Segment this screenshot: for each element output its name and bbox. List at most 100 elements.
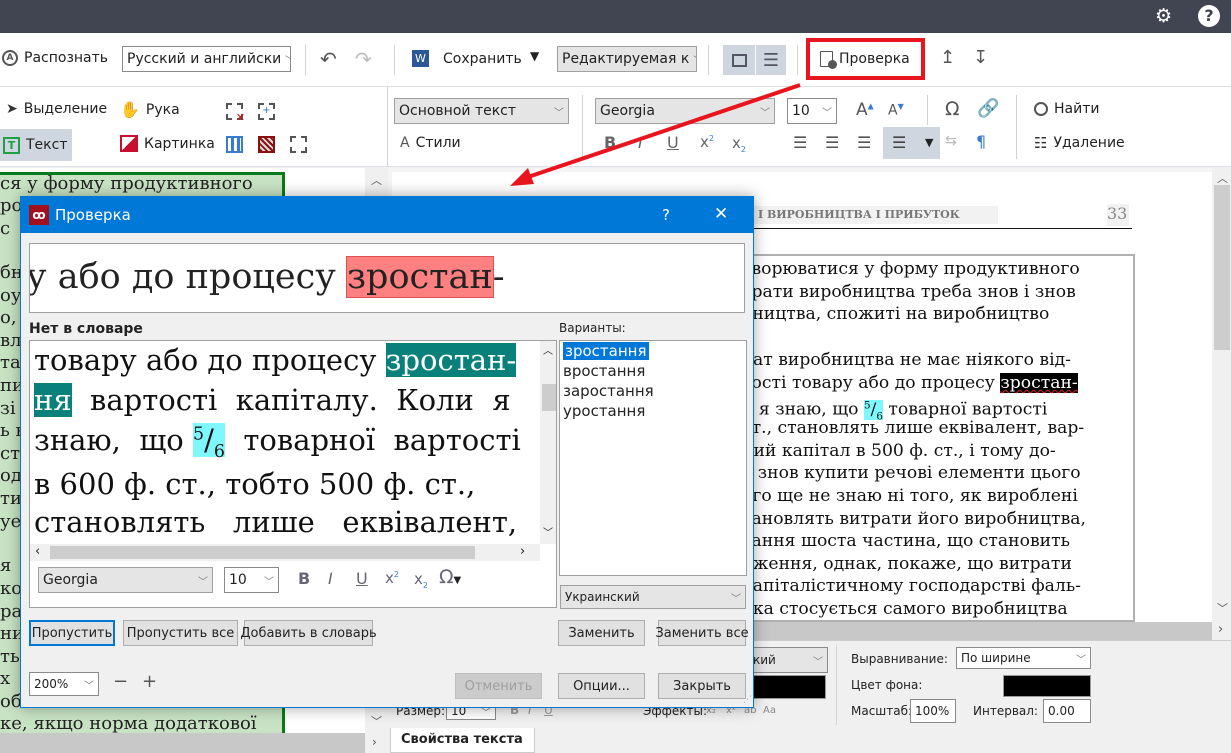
align-center-icon[interactable]: ☰: [825, 133, 839, 152]
paragraph-marks-icon[interactable]: ¶: [976, 132, 986, 151]
scrollbar-thumb[interactable]: [50, 546, 475, 559]
italic-icon[interactable]: I: [638, 133, 643, 152]
properties-language-select[interactable]: кий ﹀: [748, 647, 828, 673]
document-text-block[interactable]: творюватися у форму продуктивного трати …: [740, 254, 1135, 622]
editor-vertical-scrollbar[interactable]: ︿ ﹀: [540, 341, 556, 544]
scroll-right-icon[interactable]: ›: [1218, 622, 1223, 637]
scrollbar-thumb[interactable]: [1214, 185, 1230, 350]
variant-item[interactable]: вростання: [560, 361, 746, 381]
language-select[interactable]: Русский и английски﹀: [122, 46, 291, 72]
dictionary-language-select[interactable]: Украинский ﹀: [560, 585, 746, 609]
gear-icon[interactable]: ⚙: [1155, 5, 1172, 27]
bold-icon[interactable]: B: [604, 133, 616, 152]
delete-area-icon[interactable]: ✕: [226, 103, 245, 124]
decrease-font-icon[interactable]: A▼: [888, 102, 904, 119]
superscript-icon[interactable]: x2: [700, 133, 714, 151]
scroll-up-icon[interactable]: ︿: [1217, 170, 1228, 186]
document-mode-select[interactable]: Редактируемая к﹀: [557, 46, 697, 72]
scroll-up-icon[interactable]: ︿: [371, 172, 382, 188]
redo-icon[interactable]: ↷: [355, 47, 372, 71]
dialog-help-button[interactable]: ?: [662, 206, 670, 224]
subscript-icon[interactable]: x2: [732, 134, 746, 154]
font-select[interactable]: Georgia ﹀: [595, 98, 775, 124]
recognize-button[interactable]: A Распознать: [2, 50, 108, 66]
text-view-button[interactable]: ☰: [756, 45, 786, 75]
tab-text-properties[interactable]: Свойства текста: [390, 728, 535, 753]
styles-button[interactable]: A Стили: [400, 135, 461, 151]
bold-icon[interactable]: B: [298, 569, 310, 588]
error-word-continuation[interactable]: ня: [34, 383, 72, 417]
background-color-swatch[interactable]: [1003, 675, 1091, 697]
scroll-right-icon[interactable]: ›: [520, 544, 525, 559]
scroll-right-icon[interactable]: ›: [372, 735, 377, 749]
editor-horizontal-scrollbar[interactable]: ‹ ›: [30, 544, 540, 561]
close-button[interactable]: Закрыть: [658, 673, 746, 699]
variant-item[interactable]: зростання: [560, 341, 746, 361]
error-word[interactable]: зростан-: [385, 343, 517, 377]
select-tool[interactable]: ➤ Выделение: [6, 101, 107, 117]
spacing-icon[interactable]: ⇆: [945, 133, 957, 149]
zoom-out-icon[interactable]: −: [113, 671, 128, 692]
text-tool[interactable]: T Текст: [0, 129, 72, 161]
context-editor[interactable]: товару або до процесу зростан- ня вартос…: [29, 340, 557, 608]
background-area-icon[interactable]: [258, 136, 275, 153]
justify-button[interactable]: ☰ ▼: [883, 127, 940, 159]
scroll-down-icon[interactable]: ﹀: [371, 713, 382, 729]
skip-all-button[interactable]: Пропустить все: [123, 620, 238, 646]
scroll-up-icon[interactable]: ︿: [543, 342, 553, 357]
dialog-title-bar[interactable]: ꝏ Проверка ? ✕: [21, 197, 753, 233]
italic-icon[interactable]: I: [328, 569, 333, 588]
dialog-close-button[interactable]: ✕: [714, 204, 728, 224]
variants-list[interactable]: зростання вростання заростання уростання: [559, 340, 747, 576]
replace-button[interactable]: Заменить: [558, 620, 645, 646]
subscript-icon[interactable]: x2: [414, 570, 428, 590]
resize-grip-icon[interactable]: ⋰: [743, 695, 752, 705]
add-to-dictionary-button[interactable]: Добавить в словарь: [240, 620, 377, 646]
hand-tool[interactable]: ✋ Рука: [120, 100, 180, 119]
skip-button[interactable]: Пропустить: [29, 620, 115, 646]
scroll-down-icon[interactable]: ﹀: [543, 524, 553, 539]
image-view-button[interactable]: [723, 45, 755, 75]
zoom-in-icon[interactable]: +: [142, 671, 157, 692]
save-dropdown-arrow-icon[interactable]: ▼: [530, 49, 539, 63]
smallcaps-effect-icon[interactable]: Aa: [763, 705, 776, 716]
delete-button[interactable]: ☷ Удаление: [1034, 134, 1125, 152]
scroll-down-icon[interactable]: ﹀: [1217, 600, 1228, 616]
options-button[interactable]: Опции...: [558, 673, 645, 699]
zoom-select[interactable]: 200% ﹀: [29, 672, 99, 696]
increase-font-icon[interactable]: A▲: [856, 100, 874, 120]
move-down-icon[interactable]: ↧: [973, 47, 988, 68]
save-button[interactable]: W Сохранить: [412, 50, 522, 67]
scrollbar-thumb[interactable]: [542, 384, 556, 411]
undo-button[interactable]: Отменить: [455, 673, 542, 699]
editor-font-select[interactable]: Georgia ﹀: [38, 567, 213, 593]
undo-icon[interactable]: ↶: [320, 47, 337, 71]
paragraph-style-select[interactable]: Основной текст ﹀: [394, 98, 569, 124]
help-icon[interactable]: ?: [1198, 5, 1220, 27]
move-up-icon[interactable]: ↥: [940, 47, 955, 68]
image-pane-horizontal-scrollbar[interactable]: ›: [0, 733, 377, 753]
table-area-icon[interactable]: [226, 136, 243, 153]
add-area-icon[interactable]: +: [258, 103, 275, 120]
find-button[interactable]: Найти: [1034, 101, 1099, 117]
interval-input[interactable]: 0.00: [1043, 699, 1091, 723]
special-char-icon[interactable]: Ω: [945, 98, 960, 120]
superscript-icon[interactable]: x2: [385, 569, 399, 587]
align-right-icon[interactable]: ☰: [857, 133, 871, 152]
scale-input[interactable]: 100%: [910, 699, 956, 723]
scroll-left-icon[interactable]: ‹: [35, 544, 40, 559]
verify-button[interactable]: Проверка: [806, 38, 925, 80]
replace-all-button[interactable]: Заменить все: [655, 620, 749, 646]
text-color-swatch[interactable]: [750, 675, 826, 699]
alignment-select[interactable]: По ширине ﹀: [956, 647, 1091, 669]
current-error-word[interactable]: зростан-: [1000, 373, 1078, 393]
link-icon[interactable]: 🔗: [977, 98, 999, 119]
editor-size-select[interactable]: 10 ﹀: [224, 567, 279, 593]
variant-item[interactable]: заростання: [560, 381, 746, 401]
picture-tool[interactable]: Картинка: [120, 135, 215, 152]
align-left-icon[interactable]: ☰: [793, 133, 807, 152]
underline-icon[interactable]: U: [667, 133, 679, 152]
variant-item[interactable]: уростання: [560, 401, 746, 421]
special-char-icon[interactable]: Ω▼: [439, 566, 461, 588]
empty-area-icon[interactable]: [290, 136, 307, 153]
